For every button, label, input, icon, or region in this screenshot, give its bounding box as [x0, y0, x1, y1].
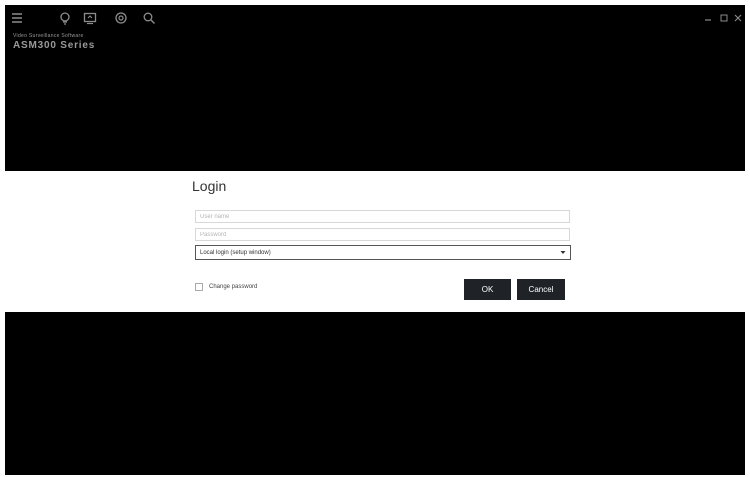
top-toolbar: [5, 5, 745, 31]
app-window: Video Surveillance Software ASM300 Serie…: [5, 5, 745, 475]
login-mode-value: Local login (setup window): [200, 249, 271, 256]
login-mode-select[interactable]: Local login (setup window): [195, 245, 571, 260]
change-password-checkbox[interactable]: Change password: [195, 283, 257, 291]
change-password-label: Change password: [209, 284, 258, 290]
password-input[interactable]: [195, 228, 570, 241]
cancel-button[interactable]: Cancel: [517, 279, 565, 300]
checkbox-box[interactable]: [195, 283, 203, 291]
monitor-icon[interactable]: [82, 10, 98, 26]
minimize-icon[interactable]: [701, 11, 715, 25]
login-panel: Login Local login (setup window) Change …: [5, 171, 745, 312]
username-input[interactable]: [195, 210, 570, 223]
brand-title: ASM300 Series: [13, 40, 96, 51]
brand: Video Surveillance Software ASM300 Serie…: [13, 33, 95, 52]
login-title: Login: [192, 178, 227, 194]
bulb-icon[interactable]: [57, 10, 73, 26]
close-icon[interactable]: [731, 11, 745, 25]
brand-subtitle: Video Surveillance Software: [13, 33, 84, 39]
settings-icon[interactable]: [113, 10, 129, 26]
restore-icon[interactable]: [717, 11, 731, 25]
ok-button[interactable]: OK: [464, 279, 511, 300]
chevron-down-icon: [560, 250, 566, 256]
search-icon[interactable]: [141, 10, 157, 26]
menu-icon[interactable]: [9, 10, 25, 26]
